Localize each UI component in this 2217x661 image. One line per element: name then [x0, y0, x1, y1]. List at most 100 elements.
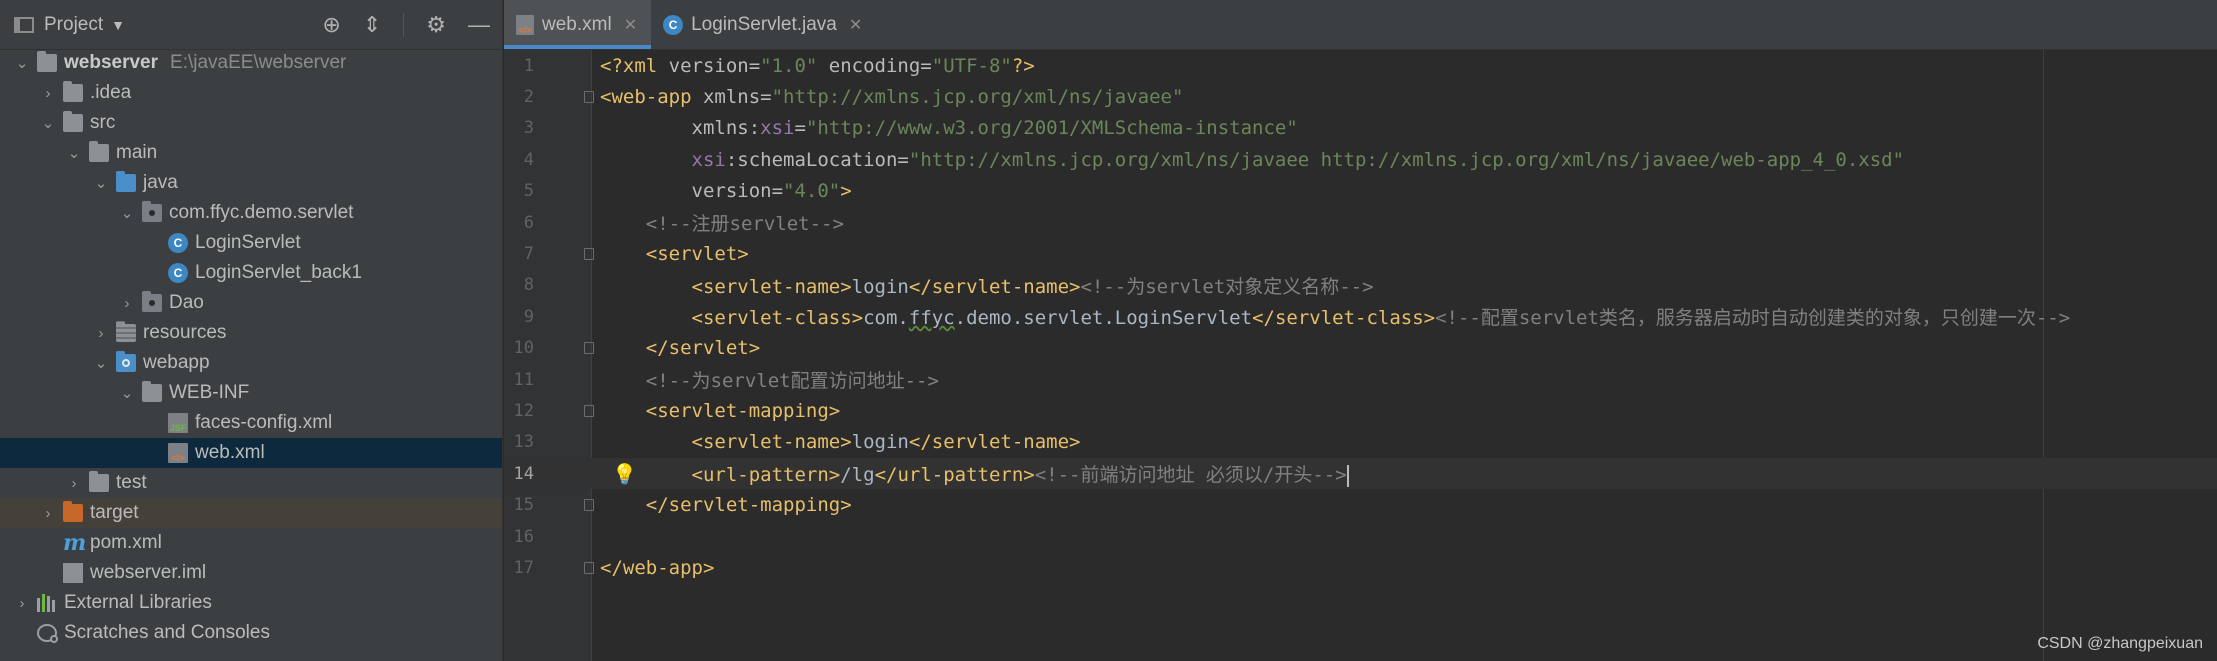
- code-line[interactable]: 10 </servlet>: [504, 333, 2217, 364]
- package-icon: [142, 291, 162, 312]
- line-content: <?xml version="1.0" encoding="UTF-8"?>: [600, 54, 1035, 77]
- tree-item-test[interactable]: › test: [0, 468, 502, 498]
- line-content: <web-app xmlns="http://xmlns.jcp.org/xml…: [600, 86, 1184, 109]
- tree-item-label: webserver.iml: [90, 562, 207, 583]
- chevron-down-icon[interactable]: ⌄: [117, 204, 137, 222]
- tree-item-label: LoginServlet_back1: [195, 262, 362, 283]
- folder-icon: [63, 111, 83, 132]
- chevron-down-icon[interactable]: ⌄: [91, 354, 111, 372]
- code-line[interactable]: 16: [504, 521, 2217, 552]
- folder-icon: [63, 81, 83, 102]
- code-line[interactable]: 3 xmlns:xsi="http://www.w3.org/2001/XMLS…: [504, 113, 2217, 144]
- line-content: </servlet-mapping>: [645, 494, 852, 517]
- line-content: <!--注册servlet-->: [645, 213, 844, 236]
- project-view-selector[interactable]: Project: [44, 14, 103, 36]
- fold-marker-icon[interactable]: [584, 91, 594, 104]
- close-icon[interactable]: ✕: [624, 15, 637, 35]
- tree-item-main[interactable]: ⌄ main: [0, 138, 502, 168]
- code-line-current[interactable]: 14 💡 <url-pattern>/lg</url-pattern><!--前…: [504, 458, 2217, 490]
- xml-file-icon: </>: [516, 14, 534, 35]
- java-class-icon: C: [663, 14, 684, 35]
- module-folder-icon: [37, 51, 57, 72]
- line-content: <servlet-class>com.ffyc.demo.servlet.Log…: [691, 307, 2071, 330]
- tab-web-xml[interactable]: </> web.xml ✕: [504, 0, 652, 49]
- tree-item-target[interactable]: › target: [0, 498, 502, 528]
- code-line[interactable]: 13 <servlet-name>login</servlet-name>: [504, 427, 2217, 458]
- tab-loginservlet-java[interactable]: C LoginServlet.java ✕: [651, 0, 876, 49]
- chevron-down-icon[interactable]: ▼: [111, 17, 125, 33]
- hide-panel-icon[interactable]: —: [468, 13, 490, 36]
- line-number: 14: [513, 463, 534, 484]
- package-icon: [142, 201, 162, 222]
- code-line[interactable]: 8 <servlet-name>login</servlet-name><!--…: [504, 270, 2217, 301]
- tree-item-java[interactable]: ⌄ java: [0, 168, 502, 198]
- code-line[interactable]: 9 <servlet-class>com.ffyc.demo.servlet.L…: [504, 301, 2217, 332]
- chevron-down-icon[interactable]: ⌄: [91, 174, 111, 192]
- line-number: 9: [523, 306, 534, 327]
- tree-item-external-libraries[interactable]: › External Libraries: [0, 588, 502, 618]
- fold-marker-icon[interactable]: [584, 248, 594, 261]
- chevron-right-icon[interactable]: ›: [91, 325, 111, 342]
- fold-marker-icon[interactable]: [584, 499, 594, 512]
- code-line[interactable]: 4 xsi:schemaLocation="http://xmlns.jcp.o…: [504, 144, 2217, 175]
- tree-item-webapp[interactable]: ⌄ webapp: [0, 348, 502, 378]
- project-toolbar: ⊕ ⇕ ⚙ —: [322, 12, 502, 37]
- line-number: 16: [513, 526, 534, 547]
- tree-item-src[interactable]: ⌄ src: [0, 108, 502, 138]
- code-line[interactable]: 17 </web-app>: [504, 552, 2217, 583]
- code-line[interactable]: 12 <servlet-mapping>: [504, 395, 2217, 426]
- tree-item-webserver[interactable]: ⌄ webserver E:\javaEE\webserver: [0, 48, 502, 78]
- source-folder-icon: [116, 171, 136, 192]
- gear-icon[interactable]: ⚙: [426, 13, 446, 36]
- chevron-right-icon[interactable]: ›: [38, 505, 58, 522]
- code-line[interactable]: 11 <!--为servlet配置访问地址-->: [504, 364, 2217, 395]
- fold-marker-icon[interactable]: [584, 561, 594, 574]
- chevron-right-icon[interactable]: ›: [38, 85, 58, 102]
- code-line[interactable]: 15 </servlet-mapping>: [504, 489, 2217, 520]
- code-line[interactable]: 1 <?xml version="1.0" encoding="UTF-8"?>: [504, 50, 2217, 81]
- chevron-right-icon[interactable]: ›: [64, 475, 84, 492]
- tree-item-pom[interactable]: › m pom.xml: [0, 528, 502, 558]
- tree-item-loginservlet[interactable]: › C LoginServlet: [0, 228, 502, 258]
- tree-item-web-inf[interactable]: ⌄ WEB-INF: [0, 378, 502, 408]
- chevron-right-icon[interactable]: ›: [12, 595, 32, 612]
- tree-item-label: resources: [143, 322, 227, 343]
- code-line[interactable]: 6 <!--注册servlet-->: [504, 207, 2217, 238]
- tree-item-label: pom.xml: [90, 532, 162, 553]
- line-number: 4: [523, 149, 534, 170]
- library-icon: [37, 594, 57, 612]
- tree-item-label: java: [143, 172, 178, 193]
- line-content: <servlet-name>login</servlet-name>: [691, 431, 1081, 454]
- code-editor[interactable]: 1 <?xml version="1.0" encoding="UTF-8"?>…: [504, 50, 2217, 661]
- chevron-down-icon[interactable]: ⌄: [64, 144, 84, 162]
- tree-item-loginservlet-back1[interactable]: › C LoginServlet_back1: [0, 258, 502, 288]
- tree-item-label: Scratches and Consoles: [64, 622, 270, 643]
- fold-marker-icon[interactable]: [584, 404, 594, 417]
- tree-item-scratches[interactable]: › Scratches and Consoles: [0, 618, 502, 648]
- tree-item-web-xml[interactable]: › </> web.xml: [0, 438, 502, 468]
- locate-file-icon[interactable]: ⊕: [322, 13, 340, 36]
- tree-item-dao[interactable]: › Dao: [0, 288, 502, 318]
- tree-item-iml[interactable]: › webserver.iml: [0, 558, 502, 588]
- tree-item-resources[interactable]: › resources: [0, 318, 502, 348]
- chevron-down-icon[interactable]: ⌄: [117, 384, 137, 402]
- chevron-down-icon[interactable]: ⌄: [12, 54, 32, 72]
- tree-item-label: src: [90, 112, 116, 133]
- chevron-right-icon[interactable]: ›: [117, 295, 137, 312]
- line-content: </servlet>: [645, 337, 761, 360]
- module-path: E:\javaEE\webserver: [170, 52, 347, 73]
- tree-item-package[interactable]: ⌄ com.ffyc.demo.servlet: [0, 198, 502, 228]
- project-panel: Project ▼ ⊕ ⇕ ⚙ — ⌄ webserver E:\javaEE\…: [0, 0, 503, 661]
- tree-item-faces-config[interactable]: › JSF faces-config.xml: [0, 408, 502, 438]
- code-line[interactable]: 5 version="4.0">: [504, 176, 2217, 207]
- code-line[interactable]: 2 <web-app xmlns="http://xmlns.jcp.org/x…: [504, 81, 2217, 112]
- scratches-icon: [37, 624, 58, 643]
- close-icon[interactable]: ✕: [849, 15, 862, 35]
- code-line[interactable]: 7 <servlet>: [504, 238, 2217, 269]
- fold-marker-icon[interactable]: [584, 342, 594, 355]
- tab-label: web.xml: [542, 13, 612, 35]
- collapse-all-icon[interactable]: ⇕: [363, 13, 381, 36]
- chevron-down-icon[interactable]: ⌄: [38, 114, 58, 132]
- tree-item-idea[interactable]: › .idea: [0, 78, 502, 108]
- tree-item-label: target: [90, 502, 139, 523]
